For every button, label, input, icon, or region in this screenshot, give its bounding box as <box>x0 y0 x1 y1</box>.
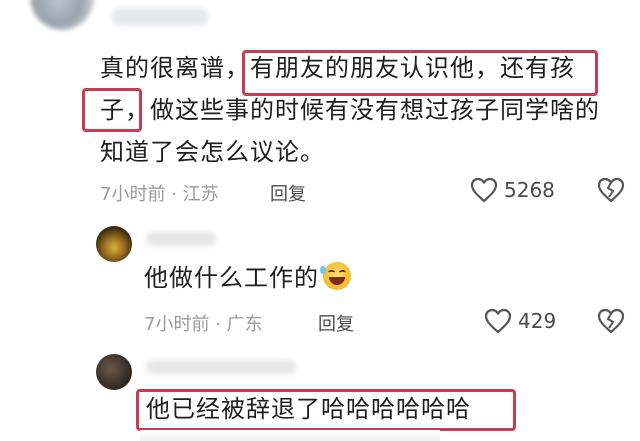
reply-text: 他已经被辞退了哈哈哈哈哈哈 <box>146 395 471 423</box>
next-item-peek <box>140 430 440 441</box>
reply-text-content: 他做什么工作的 <box>144 264 319 292</box>
separator: · <box>171 184 177 205</box>
heart-icon <box>470 177 498 203</box>
like-button[interactable]: 429 <box>484 308 556 334</box>
reply-text: 他做什么工作的 <box>144 256 351 300</box>
timestamp: 7小时前 <box>144 314 210 335</box>
username-blurred[interactable] <box>146 232 216 246</box>
avatar[interactable] <box>96 354 132 390</box>
like-button[interactable]: 5268 <box>470 177 555 203</box>
reply-button[interactable]: 回复 <box>270 180 306 206</box>
comment-text-line-1: 真的很离谱，有朋友的朋友认识他，还有孩 <box>100 54 575 82</box>
dislike-icon[interactable] <box>597 308 625 334</box>
like-count: 5268 <box>504 178 555 202</box>
comment-text-line-3: 知道了会怎么议论。 <box>100 138 325 166</box>
avatar[interactable] <box>30 0 94 30</box>
avatar[interactable] <box>96 226 132 262</box>
dislike-icon[interactable] <box>597 177 625 203</box>
like-count: 429 <box>518 309 557 333</box>
location: 江苏 <box>182 184 219 205</box>
timestamp: 7小时前 <box>100 184 166 205</box>
location: 广东 <box>226 314 263 335</box>
separator: · <box>215 314 221 335</box>
reply-meta: 7小时前 · 广东 <box>144 310 263 336</box>
comment-text-line-2: 子，做这些事的时候有没有想过孩子同学啥的 <box>100 96 600 124</box>
heart-icon <box>484 308 512 334</box>
username-blurred[interactable] <box>146 360 296 374</box>
comment-meta: 7小时前 · 江苏 <box>100 180 219 206</box>
username-blurred[interactable] <box>112 8 208 26</box>
reply-button[interactable]: 回复 <box>318 310 354 336</box>
laughing-with-tears-emoji-icon <box>320 262 351 290</box>
